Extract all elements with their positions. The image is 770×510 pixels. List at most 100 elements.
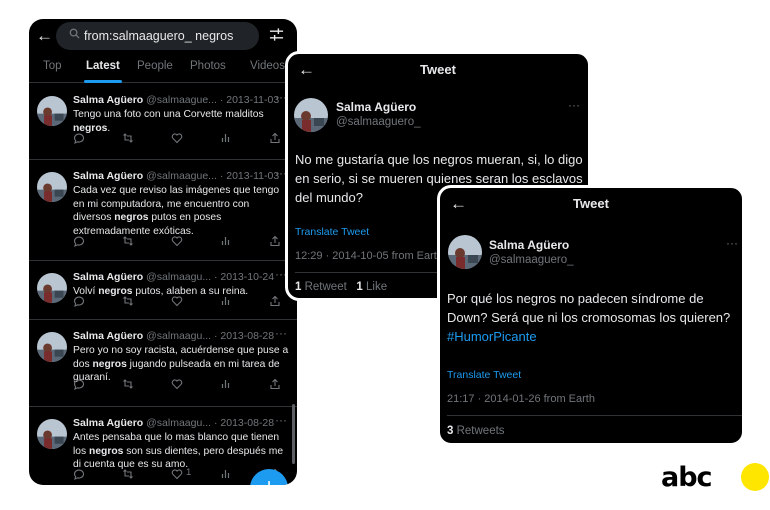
- search-results-screen: ← from:salmaaguero_ negros Top Latest Pe…: [29, 19, 297, 485]
- tab-top[interactable]: Top: [43, 60, 62, 72]
- highlighted-term: negros: [114, 212, 149, 223]
- likes-label[interactable]: Like: [366, 281, 387, 293]
- avatar[interactable]: [37, 96, 67, 126]
- author-handle-date: @salmaagu... · 2013-08-28: [143, 417, 275, 429]
- translate-link[interactable]: Translate Tweet: [295, 226, 369, 238]
- card-title: Tweet: [420, 62, 456, 77]
- tweet-list-item[interactable]: Salma Agüero @salmaague... · 2013-11-03 ·…: [29, 160, 297, 261]
- views-icon[interactable]: [220, 294, 232, 306]
- author-name: Salma Agüero: [73, 94, 144, 106]
- reply-icon[interactable]: [73, 131, 85, 145]
- like-icon[interactable]: [171, 234, 183, 247]
- tweet-detail-card-2: ← Tweet Salma Agüero @salmaaguero_ ··· P…: [437, 185, 745, 446]
- retweet-icon[interactable]: [122, 467, 134, 479]
- avatar[interactable]: [37, 273, 67, 303]
- views-icon[interactable]: [220, 131, 232, 143]
- tweet-text: Antes pensaba que lo mas blanco que tien…: [73, 431, 289, 472]
- more-icon[interactable]: ···: [275, 413, 287, 427]
- tweet-actions: [73, 131, 285, 145]
- hashtag-link[interactable]: #HumorPicante: [447, 329, 537, 344]
- tweet-list-item[interactable]: Salma Agüero @salmaagu... · 2013-10-24 ··…: [29, 261, 297, 320]
- like-icon[interactable]: [171, 377, 183, 390]
- tweet-body: Por qué los negros no padecen síndrome d…: [447, 291, 731, 325]
- active-tab-indicator: [84, 80, 122, 83]
- author-handle: @salmaaguero_: [489, 254, 574, 266]
- tweet-stats: 3 Retweets: [447, 425, 505, 437]
- retweets-label[interactable]: Retweet: [305, 281, 347, 293]
- share-icon[interactable]: [269, 131, 281, 144]
- tab-latest[interactable]: Latest: [86, 60, 120, 72]
- avatar[interactable]: [37, 332, 67, 362]
- tweet-header: Salma Agüero @salmaague... · 2013-11-03: [73, 170, 279, 182]
- tweet-actions: [73, 234, 285, 248]
- reply-icon[interactable]: [73, 294, 85, 308]
- tweet-actions: [73, 377, 285, 391]
- tab-photos[interactable]: Photos: [190, 60, 226, 72]
- tweet-header: Salma Agüero @salmaague... · 2013-11-03: [73, 94, 279, 106]
- search-tabs: Top Latest People Photos Videos: [29, 57, 297, 83]
- author-name: Salma Agüero: [336, 100, 417, 114]
- reply-icon[interactable]: [73, 467, 85, 481]
- tweet-list-item[interactable]: Salma Agüero @salmaagu... · 2013-08-28 ··…: [29, 320, 297, 407]
- compose-icon: +: [263, 474, 276, 485]
- like-icon[interactable]: [171, 467, 183, 480]
- tweet-meta: 12:29 · 2014-10-05 from Earth: [295, 250, 443, 262]
- search-topbar: ← from:salmaaguero_ negros: [29, 19, 297, 55]
- search-icon: [69, 28, 80, 39]
- share-icon[interactable]: [269, 234, 281, 247]
- retweet-icon[interactable]: [122, 234, 134, 246]
- divider: [447, 415, 742, 416]
- views-icon[interactable]: [220, 467, 232, 479]
- author-name: Salma Agüero: [73, 417, 144, 429]
- more-icon[interactable]: ···: [568, 98, 580, 112]
- retweets-count: 1: [295, 281, 302, 293]
- author-name: Salma Agüero: [73, 271, 144, 283]
- scrollbar[interactable]: [292, 404, 295, 464]
- highlighted-term: negros: [89, 445, 124, 457]
- share-icon[interactable]: [269, 294, 281, 307]
- likes-count: 1: [356, 281, 363, 293]
- tweet-text: Por qué los negros no padecen síndrome d…: [447, 289, 737, 346]
- like-icon[interactable]: [171, 131, 183, 144]
- author-handle-date: @salmaagu... · 2013-10-24: [143, 271, 275, 283]
- highlighted-term: negros: [92, 358, 127, 370]
- author-name: Salma Agüero: [489, 238, 570, 252]
- views-icon[interactable]: [220, 234, 232, 246]
- tweet-list-item[interactable]: Salma Agüero @salmaague... · 2013-11-03 ·…: [29, 84, 297, 160]
- like-icon[interactable]: [171, 294, 183, 307]
- author-handle: @salmaaguero_: [336, 116, 421, 128]
- retweets-label[interactable]: Retweets: [457, 425, 505, 437]
- retweet-icon[interactable]: [122, 131, 134, 143]
- retweet-icon[interactable]: [122, 377, 134, 389]
- tweet-meta: 21:17 · 2014-01-26 from Earth: [447, 393, 595, 405]
- reply-icon[interactable]: [73, 234, 85, 248]
- search-query: from:salmaaguero_ negros: [84, 29, 234, 43]
- tab-people[interactable]: People: [137, 60, 173, 72]
- filter-icon[interactable]: [269, 27, 284, 42]
- like-count: 1: [186, 467, 192, 478]
- abc-logo: abc: [661, 462, 713, 493]
- tweet-stats: 1 Retweet 1 Like: [295, 281, 387, 293]
- search-input[interactable]: from:salmaaguero_ negros: [56, 22, 259, 50]
- views-icon[interactable]: [220, 377, 232, 389]
- more-icon[interactable]: ···: [726, 236, 738, 250]
- reply-icon[interactable]: [73, 377, 85, 391]
- avatar[interactable]: [37, 172, 67, 202]
- more-icon[interactable]: ···: [275, 326, 287, 340]
- author-handle-date: @salmaague... · 2013-11-03: [143, 170, 280, 182]
- author-handle-date: @salmaagu... · 2013-08-28: [143, 330, 275, 342]
- translate-link[interactable]: Translate Tweet: [447, 369, 521, 381]
- text-part: Tengo una foto con una Corvette malditos: [73, 109, 264, 120]
- avatar[interactable]: [294, 98, 328, 132]
- share-icon[interactable]: [269, 377, 281, 390]
- author-name: Salma Agüero: [73, 170, 144, 182]
- tab-videos[interactable]: Videos: [250, 60, 285, 72]
- author-handle-date: @salmaague... · 2013-11-03: [143, 94, 280, 106]
- back-arrow-icon[interactable]: ←: [36, 27, 53, 44]
- retweet-icon[interactable]: [122, 294, 134, 306]
- author-name: Salma Agüero: [73, 330, 144, 342]
- tweet-header: Salma Agüero @salmaagu... · 2013-08-28: [73, 330, 274, 342]
- avatar[interactable]: [448, 235, 482, 269]
- avatar[interactable]: [37, 419, 67, 449]
- tweet-header: Salma Agüero @salmaagu... · 2013-10-24: [73, 271, 274, 283]
